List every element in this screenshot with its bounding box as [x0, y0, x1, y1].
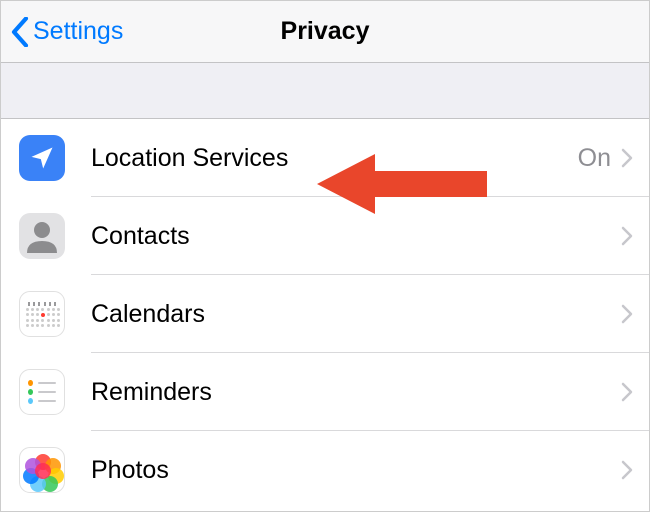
row-contacts[interactable]: Contacts [1, 197, 649, 275]
chevron-right-icon [621, 382, 633, 402]
row-label: Reminders [91, 378, 621, 407]
row-photos[interactable]: Photos [1, 431, 649, 509]
row-label: Location Services [91, 144, 578, 173]
back-label: Settings [33, 17, 123, 46]
privacy-list: Location Services On Contacts [1, 119, 649, 509]
reminders-icon [19, 369, 65, 415]
nav-bar: Settings Privacy [1, 1, 649, 63]
back-button[interactable]: Settings [1, 17, 123, 47]
contacts-icon [19, 213, 65, 259]
chevron-right-icon [621, 460, 633, 480]
row-label: Contacts [91, 222, 621, 251]
photos-icon [19, 447, 65, 493]
row-calendars[interactable]: Calendars [1, 275, 649, 353]
chevron-right-icon [621, 148, 633, 168]
row-reminders[interactable]: Reminders [1, 353, 649, 431]
row-label: Photos [91, 456, 621, 485]
chevron-right-icon [621, 304, 633, 324]
calendars-icon [19, 291, 65, 337]
row-label: Calendars [91, 300, 621, 329]
row-status: On [578, 144, 611, 173]
page-title: Privacy [281, 17, 370, 46]
back-chevron-icon [11, 17, 29, 47]
section-gap [1, 63, 649, 119]
chevron-right-icon [621, 226, 633, 246]
row-location-services[interactable]: Location Services On [1, 119, 649, 197]
location-icon [19, 135, 65, 181]
